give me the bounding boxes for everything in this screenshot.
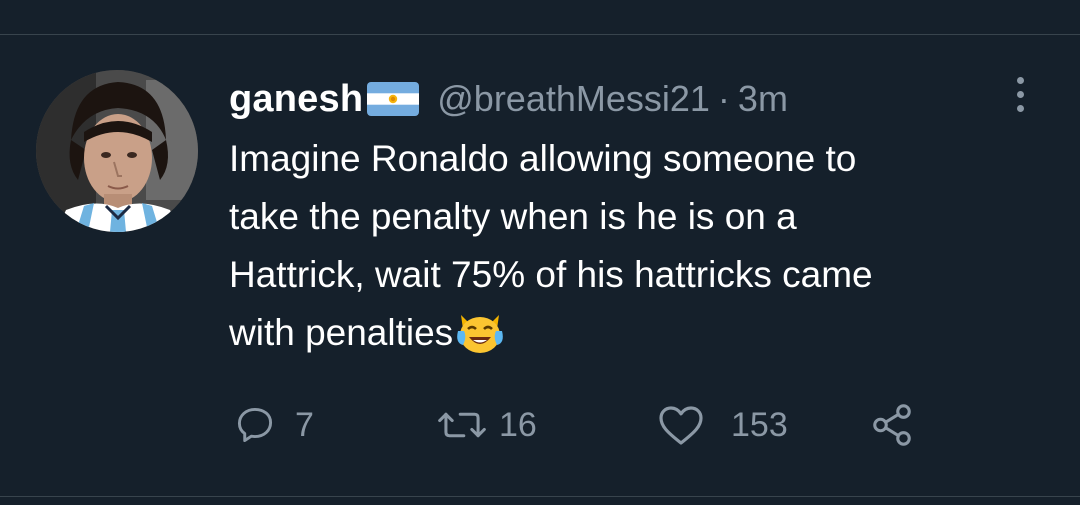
bottom-divider [0, 496, 1080, 497]
share-icon [873, 404, 911, 446]
top-divider [0, 34, 1080, 35]
retweet-count: 16 [499, 405, 537, 444]
retweet-button[interactable]: 16 [437, 400, 537, 450]
tweet-actions: 7 16 153 [233, 400, 933, 450]
tweet-text-line: Hattrick, wait 75% of his hattricks came [229, 254, 873, 295]
tweet-text-line-last: with penalties [229, 304, 1049, 362]
timestamp[interactable]: 3m [738, 78, 788, 120]
more-dot-icon [1016, 90, 1024, 98]
tweet-text-line: with penalties [229, 312, 454, 353]
like-button[interactable]: 153 [657, 400, 788, 450]
tweet-text-line: Imagine Ronaldo allowing someone to [229, 138, 857, 179]
tweet-content: ganesh @breathMessi21 · 3m Imagine Ronal… [229, 73, 1049, 362]
tears-of-joy-cat-emoji-icon [455, 307, 505, 357]
retweet-icon [438, 412, 486, 438]
heart-icon [659, 406, 703, 445]
avatar[interactable] [36, 70, 198, 232]
reply-count: 7 [295, 405, 314, 444]
tweet-text-line: take the penalty when is he is on a [229, 196, 797, 237]
more-dot-icon [1016, 104, 1024, 112]
tweet-header: ganesh @breathMessi21 · 3m [229, 73, 1049, 125]
reply-icon [237, 407, 273, 443]
separator-dot: · [717, 78, 730, 119]
author-handle[interactable]: @breathMessi21 [437, 78, 710, 120]
avatar-image [36, 70, 198, 232]
like-count: 153 [731, 405, 788, 444]
argentina-flag-icon [367, 82, 420, 116]
more-dot-icon [1016, 76, 1024, 84]
tweet-text: Imagine Ronaldo allowing someone to take… [229, 130, 1049, 362]
reply-button[interactable]: 7 [233, 400, 314, 450]
share-button[interactable] [869, 400, 915, 450]
more-options-button[interactable] [1005, 72, 1035, 116]
author-name[interactable]: ganesh [229, 78, 363, 121]
